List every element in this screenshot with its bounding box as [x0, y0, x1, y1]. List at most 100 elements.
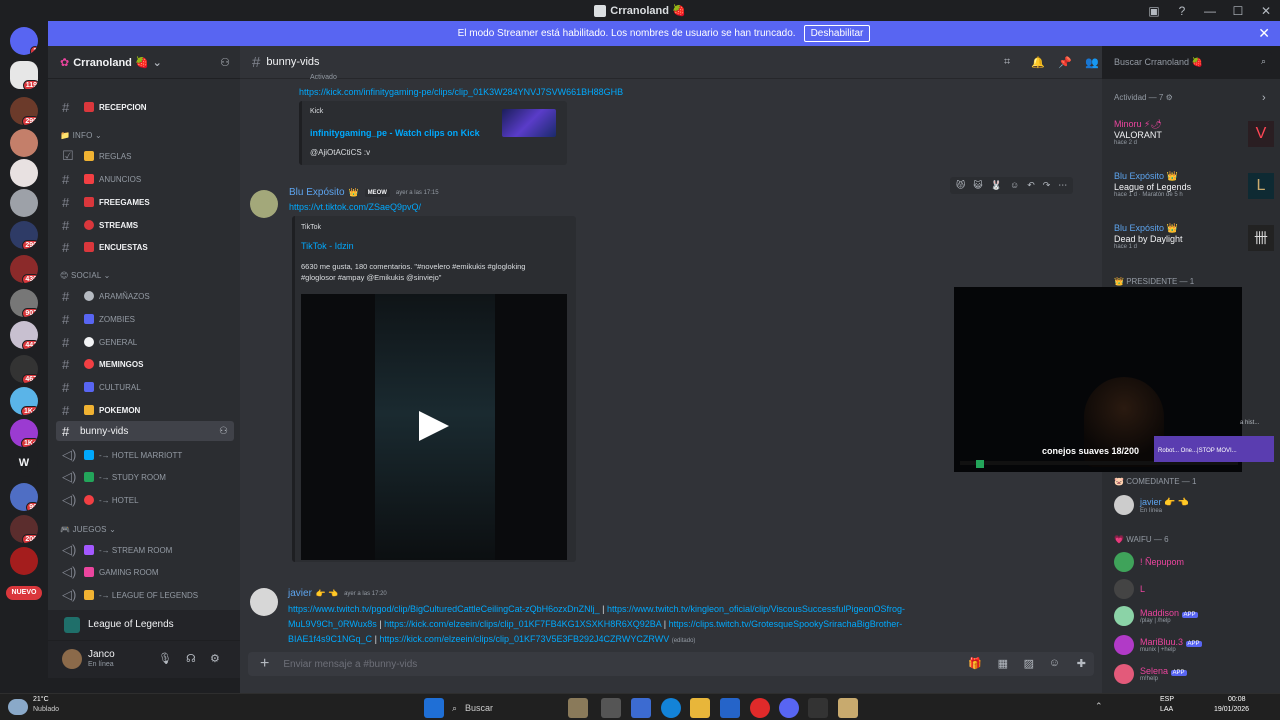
more-icon[interactable]: ⋯ [1058, 180, 1067, 191]
member-item[interactable]: MariBluu.3 APP munix | +help [1114, 634, 1274, 656]
search-input[interactable]: Buscar Crranoland 🍓 ⌕ [1108, 52, 1272, 72]
channel-freegames[interactable]: # FREEGAMES [56, 192, 234, 212]
clock-time[interactable]: 00:08 [1228, 696, 1246, 703]
inbox-icon[interactable]: ▣ [1140, 4, 1168, 18]
weather-icon[interactable] [8, 699, 28, 715]
member-list-icon[interactable]: 👥 [1085, 56, 1099, 69]
channel-zombies[interactable]: # ZOMBIES [56, 309, 234, 329]
emoji-icon[interactable]: ☺ [1049, 657, 1060, 669]
task-view-icon[interactable] [601, 698, 621, 718]
gear-icon[interactable]: ⚙ [210, 652, 220, 665]
channel-cultural[interactable]: # CULTURAL [56, 377, 234, 397]
message-link[interactable]: https://kick.com/infinitygaming-pe/clips… [299, 87, 623, 97]
member-item[interactable]: ! Ñepupom [1114, 551, 1274, 573]
message-link[interactable]: MuL9V9Ch_0RWux8s [288, 619, 377, 629]
server-icon[interactable]: 902 [10, 289, 38, 317]
embed-thumbnail[interactable] [502, 109, 556, 137]
category-social[interactable]: 😊 SOCIAL ⌄ [60, 271, 111, 280]
disable-streamer-button[interactable]: Deshabilitar [803, 25, 871, 42]
channel-bunny-vids[interactable]: # bunny-vids ⚇ [56, 421, 234, 441]
server-icon[interactable]: 290 [10, 97, 38, 125]
server-icon[interactable]: 430 [10, 255, 38, 283]
widget-icon[interactable] [568, 698, 588, 718]
app-icon[interactable] [808, 698, 828, 718]
invite-icon[interactable]: ⚇ [220, 56, 230, 69]
opera-icon[interactable] [750, 698, 770, 718]
add-reaction-icon[interactable]: ☺ [1010, 180, 1019, 191]
reaction-emoji-icon[interactable]: 😾 [956, 180, 965, 191]
category-juegos[interactable]: 🎮 JUEGOS ⌄ [60, 525, 116, 534]
voice-channel-stream-room[interactable]: ◁) -→ STREAM ROOM [56, 540, 234, 560]
reaction-emoji-icon[interactable]: 🐰 [991, 180, 1002, 191]
message-author[interactable]: Blu Expósito [289, 187, 345, 198]
channel-encuestas[interactable]: # ENCUESTAS [56, 237, 234, 257]
activity-card[interactable]: Blu Expósito 👑 Dead by Daylight hace 1 d… [1114, 223, 1274, 263]
gif-icon[interactable]: ▦ [998, 657, 1008, 670]
server-header[interactable]: ✿ Crranoland 🍓 ⌄ ⚇ [48, 46, 240, 79]
message-link[interactable]: https://clips.twitch.tv/GrotesqueSpookyS… [669, 619, 903, 629]
server-icon[interactable]: 467 [10, 355, 38, 383]
channel-anuncios[interactable]: # ANUNCIOS [56, 169, 234, 189]
reply-icon[interactable]: ↶ [1027, 180, 1035, 191]
gift-icon[interactable]: 🎁 [968, 657, 982, 670]
channel-recepcion[interactable]: # RECEPCION [56, 97, 234, 117]
voice-channel-hotel-marriott[interactable]: ◁) -→ HOTEL MARRIOTT [56, 445, 234, 465]
reaction-emoji-icon[interactable]: 😺 [973, 180, 982, 191]
server-icon[interactable]: 206 [10, 515, 38, 543]
member-item[interactable]: L [1114, 578, 1274, 600]
channel-streams[interactable]: # STREAMS [56, 215, 234, 235]
message-link[interactable]: https://vt.tiktok.com/ZSaeQ9pvQ/ [289, 202, 421, 212]
help-icon[interactable]: ? [1168, 4, 1196, 18]
avatar[interactable] [62, 649, 82, 669]
message-link[interactable]: https://kick.com/elzeein/clips/clip_01KF… [379, 634, 669, 644]
member-item[interactable]: Selena APP m!help [1114, 663, 1274, 685]
message-link[interactable]: https://kick.com/elzeein/clips/clip_01KF… [384, 619, 661, 629]
member-item[interactable]: javier 👉 👈 En línea [1114, 494, 1274, 516]
message-link[interactable]: https://www.twitch.tv/kingleon_oficial/c… [607, 604, 905, 614]
threads-icon[interactable]: ⌗ [1004, 56, 1010, 69]
avatar[interactable] [250, 588, 278, 616]
file-explorer-icon[interactable] [690, 698, 710, 718]
server-icon[interactable]: 1K+ [10, 419, 38, 447]
embed-title[interactable]: TikTok - Idzin [301, 241, 354, 251]
avatar[interactable] [250, 190, 278, 218]
activity-card[interactable]: Blu Expósito 👑 League of Legends hace 1 … [1114, 171, 1274, 211]
embed-title[interactable]: infinitygaming_pe - Watch clips on Kick [310, 128, 480, 138]
add-attachment-icon[interactable]: + [260, 655, 269, 673]
channel-aramnazos[interactable]: # ARAMÑAZOS [56, 286, 234, 306]
bell-icon[interactable]: 🔔 [1031, 56, 1045, 69]
member-item[interactable]: Maddison APP/play | /help [1114, 605, 1274, 627]
voice-channel-study-room[interactable]: ◁) -→ STUDY ROOM [56, 467, 234, 487]
server-icon[interactable] [10, 547, 38, 575]
taskbar-search[interactable]: ⌕ Buscar [452, 698, 572, 718]
forward-icon[interactable]: ↷ [1043, 180, 1051, 191]
server-icon[interactable]: 296 [10, 221, 38, 249]
discord-home-icon[interactable]: 1 [10, 27, 38, 55]
server-icon[interactable]: W [10, 449, 38, 477]
voice-channel-league-of-legends[interactable]: ◁) -→ LEAGUE OF LEGENDS [56, 585, 234, 605]
pin-icon[interactable]: 📌 [1058, 56, 1072, 69]
tray-chevron-icon[interactable]: ⌃ [1095, 701, 1103, 712]
store-icon[interactable] [720, 698, 740, 718]
message-author[interactable]: javier [288, 588, 312, 599]
app-icon[interactable] [631, 698, 651, 718]
chevron-right-icon[interactable]: › [1262, 92, 1266, 104]
discord-icon[interactable] [779, 698, 799, 718]
server-icon[interactable]: 1K+ [10, 387, 38, 415]
edge-icon[interactable] [661, 698, 681, 718]
minimize-button[interactable]: — [1196, 4, 1224, 18]
maximize-button[interactable]: ☐ [1224, 4, 1252, 18]
channel-pokemon[interactable]: # POKEMON [56, 400, 234, 420]
add-member-icon[interactable]: ⚇ [219, 426, 228, 437]
message-link[interactable]: BIAE1f4s9C1NGq_C [288, 634, 372, 644]
new-badge[interactable]: NUEVO [6, 586, 42, 600]
channel-memingos[interactable]: # MEMINGOS [56, 354, 234, 374]
server-icon[interactable]: 90 [10, 483, 38, 511]
activity-card[interactable]: Minoru ⚡🌶 VALORANT hace 2 d V [1114, 119, 1274, 159]
league-client-icon[interactable] [838, 698, 858, 718]
server-icon[interactable] [10, 189, 38, 217]
voice-channel-hotel[interactable]: ◁) -→ HOTEL [56, 490, 234, 510]
channel-reglas[interactable]: ☑ REGLAS [56, 146, 234, 166]
start-icon[interactable] [424, 698, 444, 718]
voice-channel-gaming-room[interactable]: ◁) GAMING ROOM [56, 562, 234, 582]
